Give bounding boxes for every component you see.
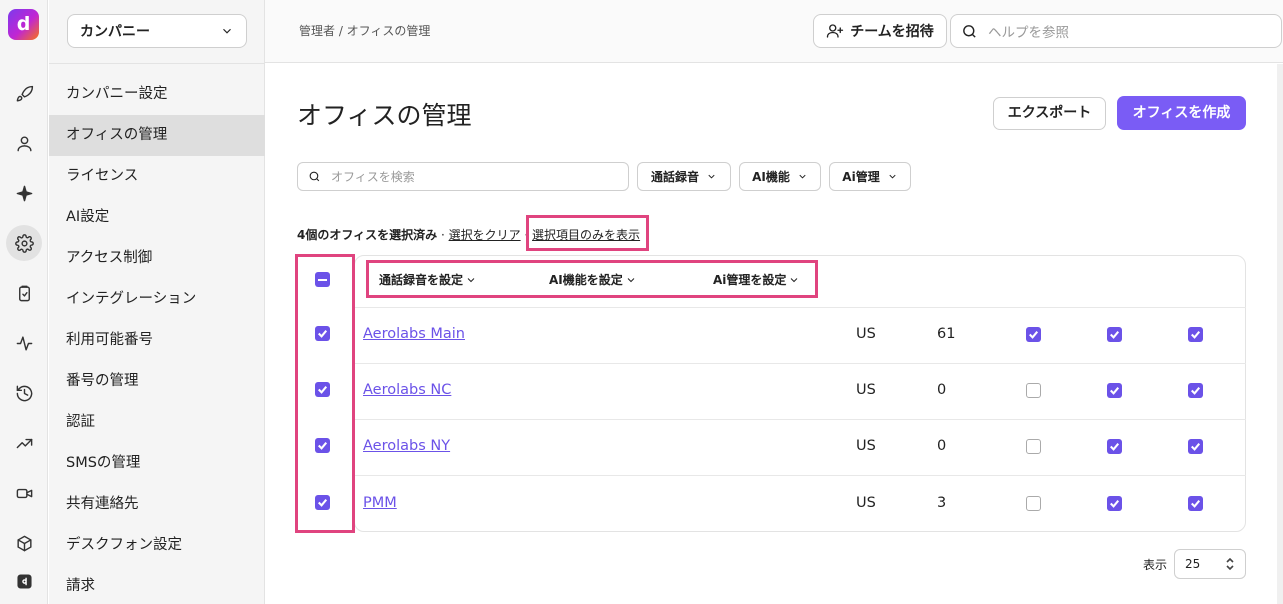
ai-feature-checkbox[interactable]	[1107, 327, 1122, 342]
help-search-placeholder: ヘルプを参照	[988, 25, 1069, 41]
ai-feature-checkbox[interactable]	[1107, 439, 1122, 454]
ai-admin-checkbox[interactable]	[1188, 496, 1203, 511]
filter-label: 通話録音	[650, 170, 699, 184]
highlight-show-selected	[526, 215, 649, 251]
search-icon	[963, 24, 976, 38]
sidebar-item-number-management[interactable]: 番号の管理	[49, 361, 265, 402]
clear-selection-link[interactable]: 選択をクリア	[449, 228, 521, 242]
add-user-icon	[827, 24, 844, 38]
user-icon[interactable]	[9, 128, 39, 158]
settings-nav: カンパニー設定 オフィスの管理 ライセンス AI設定 アクセス制御 インテグレー…	[49, 74, 265, 604]
chevron-down-icon	[799, 174, 806, 179]
filter-call-recording[interactable]: 通話録音	[637, 162, 731, 191]
dialpad-icon[interactable]	[9, 566, 39, 596]
history-icon[interactable]	[9, 378, 39, 408]
count-cell: 0	[937, 382, 947, 398]
office-name-link[interactable]: Aerolabs NC	[363, 382, 451, 398]
row-divider	[354, 363, 1246, 364]
ai-feature-checkbox[interactable]	[1107, 496, 1122, 511]
sidebar-item-available-numbers[interactable]: 利用可能番号	[49, 320, 265, 361]
row-select-checkbox[interactable]	[315, 326, 330, 341]
country-cell: US	[856, 495, 876, 511]
office-name-link[interactable]: PMM	[363, 495, 397, 511]
search-icon	[309, 171, 320, 182]
sidebar-item-deskphone-settings[interactable]: デスクフォン設定	[49, 525, 265, 566]
sidebar-item-billing[interactable]: 請求	[49, 566, 265, 604]
company-select[interactable]: カンパニー	[67, 14, 247, 48]
activity-icon[interactable]	[9, 328, 39, 358]
sidebar-item-integrations[interactable]: インテグレーション	[49, 279, 265, 320]
page-size-label: 表示	[1143, 558, 1168, 572]
create-office-button[interactable]: オフィスを作成	[1117, 96, 1246, 130]
row-divider	[354, 475, 1246, 476]
chevron-down-icon	[708, 174, 715, 179]
filter-ai-admin[interactable]: Ai管理	[829, 162, 911, 191]
sparkle-icon[interactable]	[9, 178, 39, 208]
filter-ai-features[interactable]: AI機能	[739, 162, 821, 191]
rocket-icon[interactable]	[9, 79, 39, 109]
office-name-link[interactable]: Aerolabs NY	[363, 438, 450, 454]
clipboard-icon[interactable]	[9, 278, 39, 308]
sidebar-item-office-management[interactable]: オフィスの管理	[49, 115, 265, 156]
box-icon[interactable]	[9, 528, 39, 558]
selection-count: 4個のオフィスを選択済み	[297, 228, 438, 242]
recording-checkbox[interactable]	[1026, 439, 1041, 454]
count-cell: 61	[937, 326, 956, 342]
invite-team-button[interactable]: チームを招待	[813, 14, 947, 48]
page-size-value: 25	[1185, 557, 1201, 571]
office-search-placeholder: オフィスを検索	[331, 170, 415, 184]
ai-admin-checkbox[interactable]	[1188, 327, 1203, 342]
recording-checkbox[interactable]	[1026, 327, 1041, 342]
sidebar-item-authentication[interactable]: 認証	[49, 402, 265, 443]
recording-checkbox[interactable]	[1026, 383, 1041, 398]
ai-admin-checkbox[interactable]	[1188, 383, 1203, 398]
filter-label: AI機能	[752, 170, 790, 184]
help-search-input[interactable]: ヘルプを参照	[950, 14, 1282, 48]
main-content: 管理者 / オフィスの管理 チームを招待 ヘルプを参照 オフィスの管理 エクスポ…	[265, 0, 1283, 604]
office-name-link[interactable]: Aerolabs Main	[363, 326, 465, 342]
country-cell: US	[856, 382, 876, 398]
chevron-down-icon	[889, 174, 896, 179]
row-select-checkbox[interactable]	[315, 495, 330, 510]
invite-team-label: チームを招待	[850, 24, 934, 40]
recording-checkbox[interactable]	[1026, 496, 1041, 511]
sort-arrows-icon	[1226, 557, 1234, 571]
row-select-checkbox[interactable]	[315, 382, 330, 397]
gear-icon[interactable]	[6, 225, 42, 261]
row-select-checkbox[interactable]	[315, 438, 330, 453]
dialpad-logo[interactable]: d	[8, 9, 39, 40]
export-button[interactable]: エクスポート	[993, 97, 1106, 130]
filter-label: Ai管理	[842, 170, 880, 184]
separator: ·	[437, 228, 449, 242]
page-size-select[interactable]: 25	[1174, 549, 1246, 579]
count-cell: 3	[937, 495, 947, 511]
ai-admin-checkbox[interactable]	[1188, 439, 1203, 454]
top-bar: 管理者 / オフィスの管理 チームを招待 ヘルプを参照	[265, 0, 1283, 63]
country-cell: US	[856, 326, 876, 342]
sidebar-divider	[49, 63, 265, 64]
row-divider	[354, 419, 1246, 420]
count-cell: 0	[937, 438, 947, 454]
row-divider	[354, 307, 1246, 308]
sidebar-item-ai-settings[interactable]: AI設定	[49, 197, 265, 238]
office-search-input[interactable]: オフィスを検索	[297, 162, 629, 191]
sidebar-item-shared-contacts[interactable]: 共有連絡先	[49, 484, 265, 525]
chevron-down-icon	[223, 28, 231, 34]
sidebar-item-licenses[interactable]: ライセンス	[49, 156, 265, 197]
scrollbar[interactable]	[1277, 64, 1283, 604]
ai-feature-checkbox[interactable]	[1107, 383, 1122, 398]
country-cell: US	[856, 438, 876, 454]
trending-icon[interactable]	[9, 428, 39, 458]
highlight-bulk-actions	[366, 260, 818, 298]
page-title: オフィスの管理	[297, 101, 472, 130]
breadcrumb: 管理者 / オフィスの管理	[299, 24, 431, 38]
company-name: カンパニー	[80, 24, 150, 40]
sidebar: カンパニー カンパニー設定 オフィスの管理 ライセンス AI設定 アクセス制御 …	[49, 0, 265, 604]
sidebar-item-sms-management[interactable]: SMSの管理	[49, 443, 265, 484]
sidebar-item-company-settings[interactable]: カンパニー設定	[49, 74, 265, 115]
sidebar-item-access-control[interactable]: アクセス制御	[49, 238, 265, 279]
icon-rail: d	[0, 0, 48, 604]
video-icon[interactable]	[9, 478, 39, 508]
